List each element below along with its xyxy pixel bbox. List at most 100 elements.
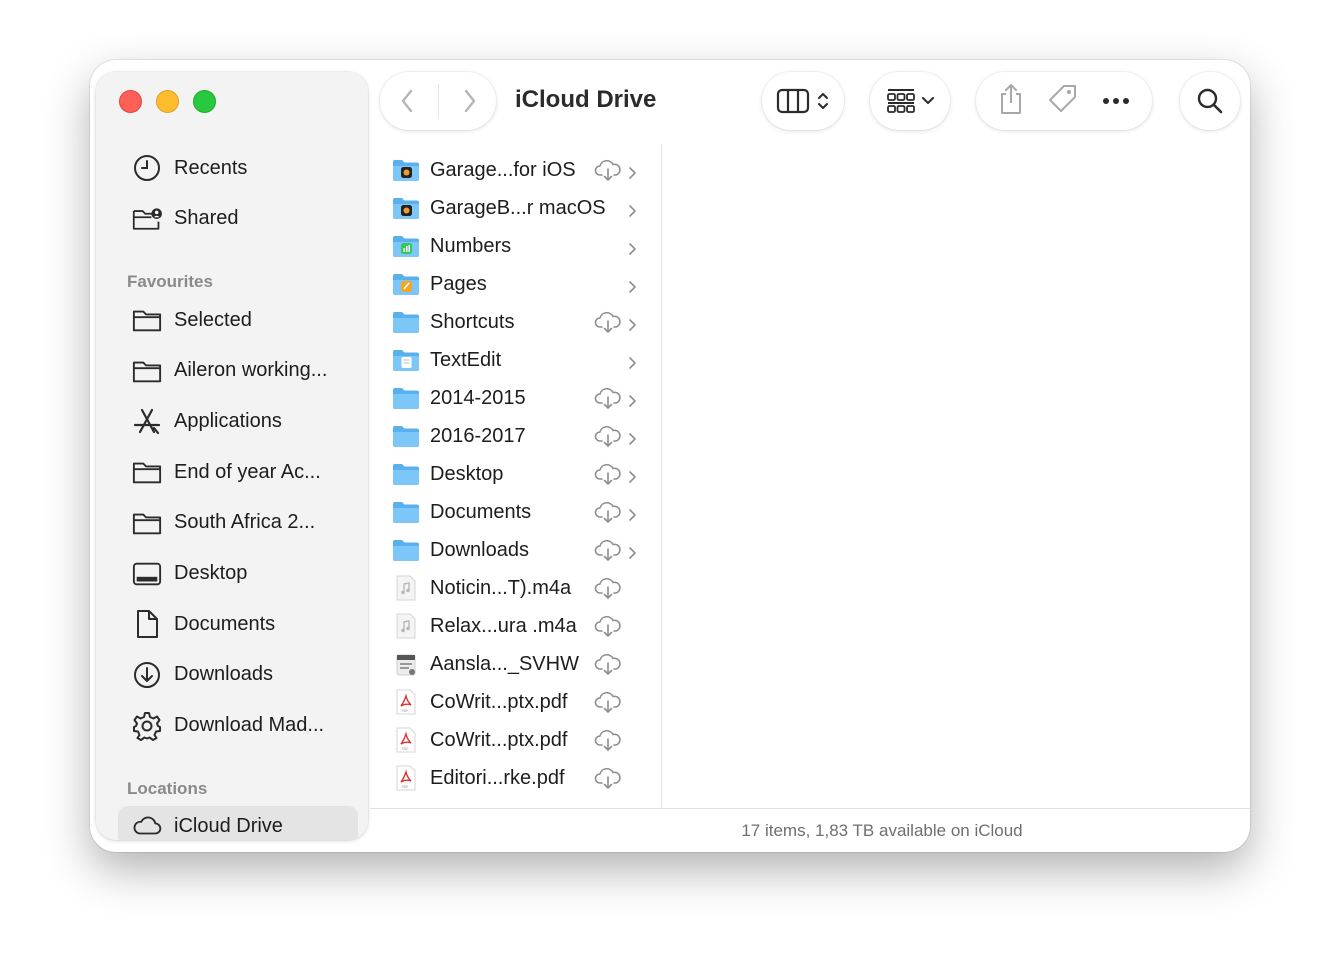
svg-text:PDF: PDF <box>402 785 409 789</box>
file-row[interactable]: Garage...for iOS <box>370 151 662 189</box>
file-row[interactable]: Pages <box>370 265 662 303</box>
cloud-download-icon <box>594 463 621 485</box>
garageband-folder-icon <box>392 156 420 184</box>
download-button[interactable] <box>594 310 622 334</box>
download-button[interactable] <box>594 728 622 752</box>
folder-icon <box>132 304 164 336</box>
sidebar-item-label: Documents <box>174 612 276 635</box>
icloud-icon <box>132 810 164 840</box>
file-name: CoWrit...ptx.pdf <box>430 728 568 751</box>
download-button[interactable] <box>594 576 622 600</box>
download-button[interactable] <box>594 690 622 714</box>
file-row[interactable]: TextEdit <box>370 341 662 379</box>
app-file-icon <box>392 650 420 678</box>
download-button[interactable] <box>594 500 622 524</box>
group-button[interactable] <box>870 72 950 130</box>
more-button[interactable] <box>1102 92 1130 110</box>
sidebar-item[interactable]: Documents <box>118 604 358 644</box>
chevron-right-icon <box>629 509 636 521</box>
cloud-download-icon <box>594 653 621 675</box>
sidebar-item-label: Download Mad... <box>174 714 325 737</box>
pdf-file-icon: PDF <box>392 764 420 792</box>
file-name: Noticin...T).m4a <box>430 576 572 599</box>
share-button[interactable] <box>998 83 1024 120</box>
navigation-buttons <box>380 72 496 130</box>
download-button[interactable] <box>594 424 622 448</box>
folder-icon <box>392 384 420 412</box>
gear-icon <box>132 710 164 742</box>
cloud-download-icon <box>594 425 621 447</box>
file-row[interactable]: Desktop <box>370 455 662 493</box>
sidebar-item[interactable]: Download Mad... <box>118 706 358 746</box>
file-row[interactable]: 2014-2015 <box>370 379 662 417</box>
file-row[interactable]: Aansla..._SVHW <box>370 645 662 683</box>
chevron-left-icon <box>401 89 412 113</box>
expand-indicator <box>626 429 638 445</box>
sidebar-item-label: Shared <box>174 207 239 230</box>
close-button[interactable] <box>119 90 142 113</box>
file-column: Garage...for iOS GarageB...r macOS Numbers… <box>370 144 662 808</box>
pdf-file-icon: PDF <box>392 726 420 754</box>
search-button[interactable] <box>1180 72 1240 130</box>
download-button[interactable] <box>594 386 622 410</box>
file-row[interactable]: Documents <box>370 493 662 531</box>
chevron-right-icon <box>629 205 636 217</box>
file-row[interactable]: Noticin...T).m4a <box>370 569 662 607</box>
download-button[interactable] <box>594 462 622 486</box>
file-row[interactable]: Shortcuts <box>370 303 662 341</box>
sidebar-item[interactable]: South Africa 2... <box>118 503 358 543</box>
expand-indicator <box>626 543 638 559</box>
sidebar-item[interactable]: Recents <box>118 148 358 188</box>
sidebar-item[interactable]: Selected <box>118 300 358 340</box>
applications-icon <box>132 405 164 437</box>
sidebar-item-label: Selected <box>174 308 252 331</box>
tag-button[interactable] <box>1047 83 1079 120</box>
view-mode-button[interactable] <box>762 72 844 130</box>
sidebar-item[interactable]: Desktop <box>118 554 358 594</box>
folder-icon <box>392 422 420 450</box>
ellipsis-icon <box>1103 98 1130 104</box>
expand-indicator <box>626 315 638 331</box>
sidebar-item-label: Recents <box>174 156 248 179</box>
minimize-button[interactable] <box>156 90 179 113</box>
file-row[interactable]: PDF CoWrit...ptx.pdf <box>370 721 662 759</box>
actions-group <box>976 72 1152 130</box>
file-row[interactable]: PDF CoWrit...ptx.pdf <box>370 683 662 721</box>
folder-icon <box>132 456 164 488</box>
file-row[interactable]: PDF Editori...rke.pdf <box>370 759 662 797</box>
file-row[interactable]: Downloads <box>370 531 662 569</box>
file-name: TextEdit <box>430 348 502 371</box>
window-controls <box>119 90 216 113</box>
chevron-right-icon <box>629 243 636 255</box>
sidebar-item[interactable]: End of year Ac... <box>118 452 358 492</box>
back-button[interactable] <box>384 78 430 124</box>
cloud-download-icon <box>594 691 621 713</box>
chevron-right-icon <box>629 167 636 179</box>
sidebar-item[interactable]: Applications <box>118 401 358 441</box>
cloud-download-icon <box>594 729 621 751</box>
file-row[interactable]: Numbers <box>370 227 662 265</box>
status-text: 17 items, 1,83 TB available on iCloud <box>741 820 1023 840</box>
sidebar-item[interactable]: Downloads <box>118 655 358 695</box>
document-icon <box>132 608 164 640</box>
download-button[interactable] <box>594 652 622 676</box>
cloud-download-icon <box>594 311 621 333</box>
download-button[interactable] <box>594 538 622 562</box>
file-row[interactable]: GarageB...r macOS <box>370 189 662 227</box>
file-row[interactable]: 2016-2017 <box>370 417 662 455</box>
sidebar-item[interactable]: Shared <box>118 199 358 239</box>
download-button[interactable] <box>594 158 622 182</box>
search-icon <box>1197 88 1223 114</box>
sidebar-section-title: Favourites <box>127 272 213 291</box>
finder-window: Recents Shared Favourites Selected Aileron w… <box>90 60 1250 852</box>
file-row[interactable]: Relax...ura .m4a <box>370 607 662 645</box>
sidebar-item[interactable]: iCloud Drive <box>118 806 358 840</box>
cloud-download-icon <box>594 501 621 523</box>
download-button[interactable] <box>594 614 622 638</box>
sidebar-item[interactable]: Aileron working... <box>118 351 358 391</box>
forward-button[interactable] <box>447 78 493 124</box>
chevron-down-icon <box>921 97 934 104</box>
zoom-button[interactable] <box>193 90 216 113</box>
expand-indicator <box>626 391 638 407</box>
download-button[interactable] <box>594 766 622 790</box>
